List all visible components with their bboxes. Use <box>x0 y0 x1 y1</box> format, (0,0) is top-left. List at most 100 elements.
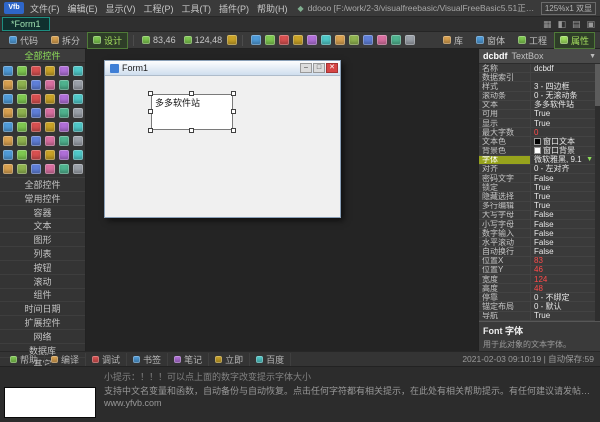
toolbox-control-icon[interactable] <box>57 64 71 78</box>
view-tab-1[interactable]: 代码 <box>3 32 44 49</box>
status-button-4[interactable]: 书签 <box>127 353 168 366</box>
view-tab-3[interactable]: 设计 <box>87 32 128 49</box>
tool-icon-5[interactable] <box>307 35 317 45</box>
form-designer-canvas[interactable]: Form1 – □ ✕ 多多软件站 <box>86 49 478 351</box>
toolbox-control-icon[interactable] <box>43 64 57 78</box>
panel-split-icon[interactable]: ◧ <box>554 18 569 31</box>
selection-handle[interactable] <box>231 128 236 133</box>
chevron-down-icon[interactable]: ▼ <box>589 53 596 60</box>
list-view-icon[interactable]: ▤ <box>569 18 584 31</box>
tool-icon-2[interactable] <box>265 35 275 45</box>
menu-item-5[interactable]: 工具(T) <box>178 2 216 15</box>
status-button-3[interactable]: 调试 <box>86 353 127 366</box>
toolbox-category-12[interactable]: 网络 <box>0 329 85 343</box>
status-button-7[interactable]: 百度 <box>250 353 291 366</box>
status-button-5[interactable]: 笔记 <box>168 353 209 366</box>
selection-handle[interactable] <box>189 128 194 133</box>
toolbox-control-icon[interactable] <box>15 162 29 176</box>
toolbox-control-icon[interactable] <box>29 78 43 92</box>
toolbox-control-icon[interactable] <box>57 92 71 106</box>
lock-icon[interactable] <box>227 35 237 45</box>
maximize-icon[interactable]: □ <box>313 63 325 73</box>
view-tab-2[interactable]: 拆分 <box>45 32 86 49</box>
toolbox-category-2[interactable]: 常用控件 <box>0 191 85 205</box>
toolbox-control-icon[interactable] <box>71 162 85 176</box>
toolbox-control-icon[interactable] <box>43 78 57 92</box>
status-button-2[interactable]: 编译 <box>45 353 86 366</box>
menu-item-2[interactable]: 编辑(E) <box>64 2 102 15</box>
panel-tab-3[interactable]: 工程 <box>512 32 553 49</box>
toolbox-control-icon[interactable] <box>1 162 15 176</box>
toolbox-control-icon[interactable] <box>15 148 29 162</box>
selection-handle[interactable] <box>148 128 153 133</box>
toolbox-control-icon[interactable] <box>57 162 71 176</box>
selection-handle[interactable] <box>189 91 194 96</box>
panel-tab-2[interactable]: 窗体 <box>470 32 511 49</box>
toolbox-control-icon[interactable] <box>71 92 85 106</box>
properties-scrollbar[interactable] <box>595 64 600 321</box>
toolbox-category-1[interactable]: 全部控件 <box>0 177 85 191</box>
tool-icon-6[interactable] <box>321 35 331 45</box>
toolbox-control-icon[interactable] <box>29 106 43 120</box>
tool-icon-3[interactable] <box>279 35 289 45</box>
toolbox-control-icon[interactable] <box>71 134 85 148</box>
tab-form1[interactable]: *Form1 <box>2 17 50 31</box>
minimize-icon[interactable]: – <box>300 63 312 73</box>
object-selector[interactable]: dcbdf TextBox ▼ <box>479 49 600 64</box>
selection-handle[interactable] <box>148 91 153 96</box>
toolbox-control-icon[interactable] <box>29 120 43 134</box>
tool-icon-8[interactable] <box>349 35 359 45</box>
toolbox-control-icon[interactable] <box>1 106 15 120</box>
toolbox-control-icon[interactable] <box>1 78 15 92</box>
toolbox-control-icon[interactable] <box>1 134 15 148</box>
toolbox-control-icon[interactable] <box>57 120 71 134</box>
panel-tab-4[interactable]: 属性 <box>554 32 595 49</box>
close-icon[interactable]: ✕ <box>326 63 338 73</box>
toolbox-control-icon[interactable] <box>15 120 29 134</box>
tool-icon-4[interactable] <box>293 35 303 45</box>
tool-icon-12[interactable] <box>405 35 415 45</box>
toolbox-control-icon[interactable] <box>29 64 43 78</box>
textbox-control[interactable]: 多多软件站 <box>151 94 233 130</box>
website-link[interactable]: www.yfvb.com <box>104 398 162 408</box>
toolbox-control-icon[interactable] <box>57 134 71 148</box>
toolbox-control-icon[interactable] <box>71 106 85 120</box>
toolbox-control-icon[interactable] <box>57 148 71 162</box>
tool-icon-11[interactable] <box>391 35 401 45</box>
toolbox-category-6[interactable]: 列表 <box>0 246 85 260</box>
toolbox-control-icon[interactable] <box>57 78 71 92</box>
toolbox-control-icon[interactable] <box>43 120 57 134</box>
toolbox-control-icon[interactable] <box>43 92 57 106</box>
designed-form-window[interactable]: Form1 – □ ✕ 多多软件站 <box>104 60 341 218</box>
toolbox-control-icon[interactable] <box>43 148 57 162</box>
toolbox-control-icon[interactable] <box>71 120 85 134</box>
toolbox-control-icon[interactable] <box>29 148 43 162</box>
menu-item-7[interactable]: 帮助(H) <box>253 2 292 15</box>
layout-grid-icon[interactable]: ▦ <box>540 18 555 31</box>
toolbox-control-icon[interactable] <box>29 162 43 176</box>
menu-item-6[interactable]: 插件(P) <box>215 2 253 15</box>
toolbox-control-icon[interactable] <box>43 134 57 148</box>
scrollbar-thumb[interactable] <box>595 64 600 106</box>
toolbox-control-icon[interactable] <box>15 78 29 92</box>
toolbox-control-icon[interactable] <box>43 162 57 176</box>
selection-handle[interactable] <box>231 109 236 114</box>
toolbox-control-icon[interactable] <box>1 92 15 106</box>
toolbox-control-icon[interactable] <box>15 134 29 148</box>
status-button-6[interactable]: 立即 <box>209 353 250 366</box>
toolbox-control-icon[interactable] <box>1 120 15 134</box>
selection-handle[interactable] <box>231 91 236 96</box>
form-body[interactable]: 多多软件站 <box>105 76 340 217</box>
toolbox-control-icon[interactable] <box>57 106 71 120</box>
tool-icon-1[interactable] <box>251 35 261 45</box>
menu-item-3[interactable]: 显示(V) <box>102 2 140 15</box>
toolbox-category-8[interactable]: 滚动 <box>0 274 85 288</box>
toolbox-header[interactable]: 全部控件 <box>0 49 85 63</box>
toolbox-control-icon[interactable] <box>71 64 85 78</box>
toolbox-control-icon[interactable] <box>29 92 43 106</box>
toolbox-control-icon[interactable] <box>71 78 85 92</box>
tool-icon-10[interactable] <box>377 35 387 45</box>
status-button-1[interactable]: 帮助 <box>4 353 45 366</box>
toolbox-control-icon[interactable] <box>29 134 43 148</box>
toolbox-control-icon[interactable] <box>1 148 15 162</box>
